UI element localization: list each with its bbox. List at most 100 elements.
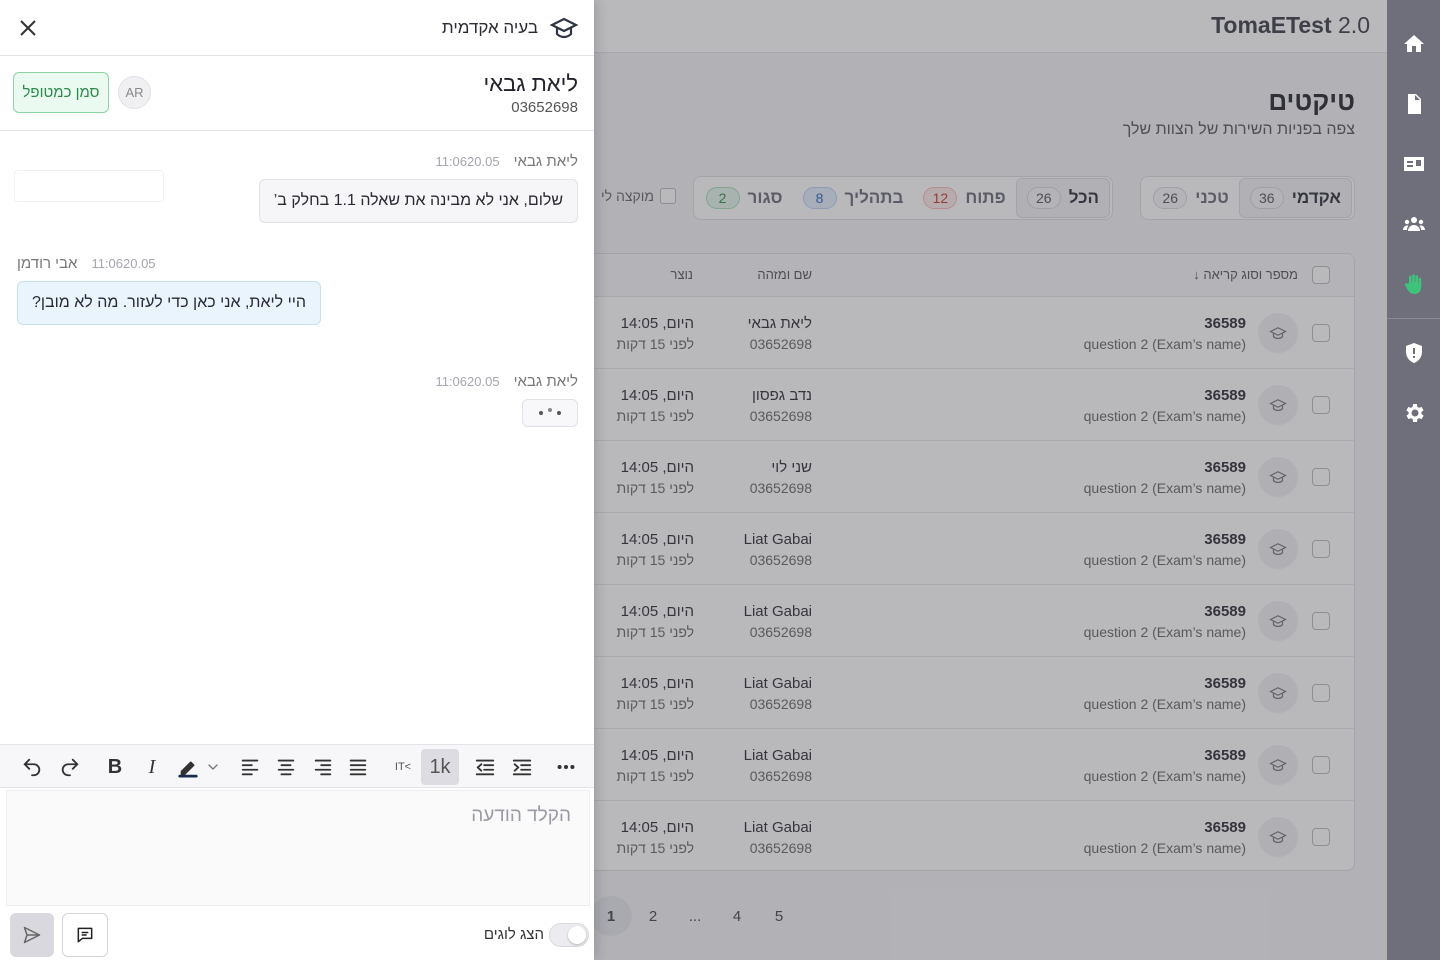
tab-open[interactable]: פתוח 12 (913, 178, 1015, 218)
student-info: ליאת גבאי 03652698 AR סמן כמטופל (0, 57, 594, 131)
created-time: היום, 14:05 (620, 531, 694, 548)
ticket-id: 36589 (1204, 603, 1246, 620)
table-row[interactable]: 36589 question 2 (Exam’s name) Liat Gabai 0… (541, 657, 1354, 729)
undo-icon[interactable] (16, 751, 48, 783)
row-checkbox[interactable] (1312, 540, 1330, 558)
align-justify-icon[interactable] (342, 751, 374, 783)
tab-technical[interactable]: טכני 26 (1143, 178, 1239, 218)
page-5[interactable]: 5 (758, 896, 800, 936)
table-row[interactable]: 36589 question 2 (Exam’s name) ליאת גבאי 03… (541, 297, 1354, 369)
tab-closed[interactable]: סגור 2 (696, 178, 793, 218)
id-card-icon[interactable] (1387, 134, 1440, 194)
message-header: ליאת גבאי 11:0620.05 (435, 153, 578, 170)
page-1[interactable]: 1 (590, 896, 632, 936)
select-all-checkbox[interactable] (1312, 266, 1330, 284)
table-row[interactable]: 36589 question 2 (Exam’s name) Liat Gabai 0… (541, 585, 1354, 657)
status-tabs: הכל 26 פתוח 12 בתהליך 8 סגור 2 (692, 176, 1113, 220)
send-button[interactable] (10, 913, 54, 957)
shield-alert-icon[interactable] (1387, 323, 1440, 383)
graduation-cap-icon (549, 14, 579, 42)
pagination: 1 2 ... 4 5 (590, 896, 800, 936)
table-header: מספר וסוג קריאה ↓ שם ומזהה נוצר (541, 254, 1354, 297)
table-row[interactable]: 36589 question 2 (Exam’s name) נדב גפסון 03… (541, 369, 1354, 441)
ticket-id: 36589 (1204, 315, 1246, 332)
chevron-down-icon[interactable] (198, 751, 228, 783)
redo-icon[interactable] (54, 751, 86, 783)
assigned-checkbox[interactable] (660, 188, 676, 204)
tab-in-progress[interactable]: בתהליך 8 (793, 178, 914, 218)
header-id[interactable]: מספר וסוג קריאה ↓ (1193, 267, 1298, 282)
message-icon (77, 927, 93, 943)
row-checkbox[interactable] (1312, 684, 1330, 702)
mark-handled-button[interactable]: סמן כמטופל (13, 72, 109, 113)
created-ago: לפני 15 דקות (616, 480, 694, 496)
ticket-question: question 2 (Exam’s name) (1083, 840, 1246, 856)
created-ago: לפני 15 דקות (616, 768, 694, 784)
page-4[interactable]: 4 (716, 896, 758, 936)
align-left-icon[interactable] (234, 751, 266, 783)
created-ago: לפני 15 דקות (616, 336, 694, 352)
indent-icon[interactable] (506, 751, 538, 783)
header-name: שם ומזהה (757, 267, 812, 282)
created-time: היום, 14:05 (620, 315, 694, 332)
rail-divider (1387, 318, 1440, 319)
message-bubble: שלום, אני לא מבינה את שאלה 1.1 בחלק ב’ (258, 179, 578, 223)
created-time: היום, 14:05 (620, 387, 694, 404)
show-logs-toggle[interactable] (549, 923, 589, 947)
table-row[interactable]: 36589 question 2 (Exam’s name) Liat Gabai 0… (541, 513, 1354, 585)
student-name: שני לוי (771, 459, 812, 476)
student-id: 03652698 (749, 768, 812, 784)
text-direction-button[interactable]: IT< (387, 751, 419, 783)
align-center-icon[interactable] (270, 751, 302, 783)
page-2[interactable]: 2 (632, 896, 674, 936)
tab-academic[interactable]: אקדמי 36 (1238, 178, 1352, 218)
table-row[interactable]: 36589 question 2 (Exam’s name) Liat Gabai 0… (541, 801, 1354, 870)
send-icon (23, 926, 41, 944)
row-checkbox[interactable] (1312, 612, 1330, 630)
users-icon[interactable] (1387, 194, 1440, 254)
bold-button[interactable]: B (99, 751, 131, 783)
avatar[interactable]: AR (118, 76, 151, 109)
row-checkbox[interactable] (1312, 756, 1330, 774)
student-id: 03652698 (749, 408, 812, 424)
tab-all[interactable]: הכל 26 (1015, 178, 1110, 218)
table-row[interactable]: 36589 question 2 (Exam’s name) Liat Gabai 0… (541, 729, 1354, 801)
table-row[interactable]: 36589 question 2 (Exam’s name) שני לוי 0365… (541, 441, 1354, 513)
assigned-to-me-filter[interactable]: מוקצה לי (594, 188, 676, 204)
file-icon[interactable] (1387, 74, 1440, 134)
created-ago: לפני 15 דקות (616, 840, 694, 856)
close-icon[interactable] (16, 16, 40, 40)
row-checkbox[interactable] (1312, 396, 1330, 414)
type-tabs: אקדמי 36 טכני 26 (1140, 176, 1355, 220)
internal-note-button[interactable] (62, 913, 108, 957)
created-time: היום, 14:05 (620, 603, 694, 620)
message-time: 11:0620.05 (435, 154, 500, 169)
ticket-id: 36589 (1204, 531, 1246, 548)
more-icon[interactable] (550, 751, 582, 783)
ticket-question: question 2 (Exam’s name) (1083, 624, 1246, 640)
nav-rail (1387, 0, 1440, 960)
ticket-id: 36589 (1204, 747, 1246, 764)
student-id: 03652698 (749, 336, 812, 352)
gear-icon[interactable] (1387, 383, 1440, 443)
graduation-cap-icon (1258, 313, 1298, 353)
graduation-cap-icon (1258, 673, 1298, 713)
outdent-icon[interactable] (469, 751, 501, 783)
student-name: ליאת גבאי (483, 71, 579, 96)
graduation-cap-icon (1258, 529, 1298, 569)
italic-button[interactable]: I (136, 751, 168, 783)
message-editor[interactable]: הקלד הודעה (6, 790, 590, 906)
page-subtitle: צפה בפניות השירות של הצוות שלך (1122, 121, 1355, 138)
page-title: טיקטים (1268, 86, 1355, 116)
message-bubble: היי ליאת, אני כאן כדי לעזור. מה לא מובן? (17, 281, 322, 325)
align-right-icon[interactable] (307, 751, 339, 783)
row-checkbox[interactable] (1312, 468, 1330, 486)
panel-footer: הצג לוגים (0, 908, 594, 960)
row-checkbox[interactable] (1312, 324, 1330, 342)
editor-toolbar: B I IT< 1k (0, 744, 594, 788)
hand-icon[interactable] (1387, 254, 1440, 314)
home-icon[interactable] (1387, 14, 1440, 74)
font-size-button[interactable]: 1k (421, 749, 459, 785)
ticket-question: question 2 (Exam’s name) (1083, 696, 1246, 712)
row-checkbox[interactable] (1312, 828, 1330, 846)
